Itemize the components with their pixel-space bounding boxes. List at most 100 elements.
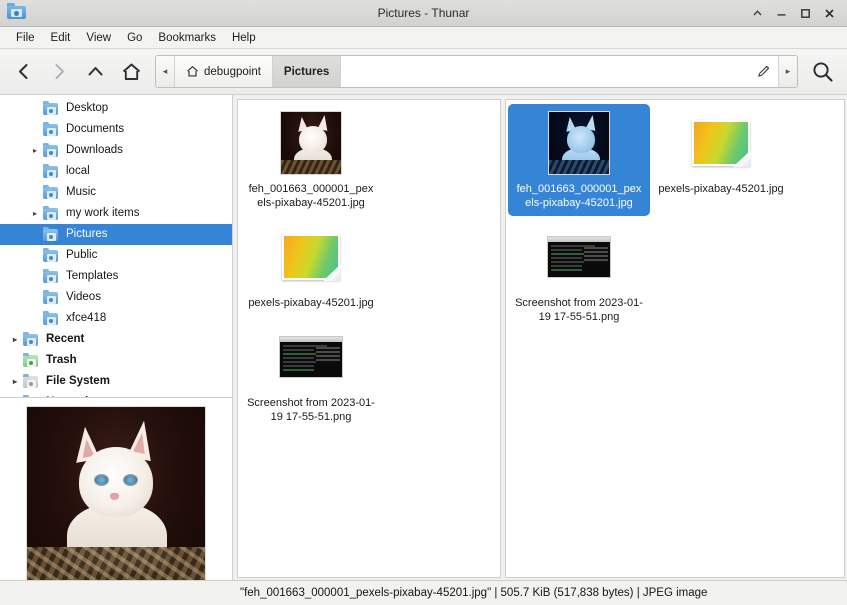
split-panes: feh_001663_000001_pexels-pixabay-45201.j… — [233, 95, 847, 580]
breadcrumb-pictures[interactable]: Pictures — [273, 56, 341, 87]
menu-help[interactable]: Help — [224, 30, 264, 46]
edit-path-button[interactable] — [748, 56, 778, 87]
menu-file[interactable]: File — [8, 30, 43, 46]
file-name-label: Screenshot from 2023-01-19 17-55-51.png — [246, 396, 376, 424]
sidebar-item-trash[interactable]: Trash — [0, 350, 232, 371]
file-item[interactable]: pexels-pixabay-45201.jpg — [650, 104, 792, 216]
file-view-area: feh_001663_000001_pexels-pixabay-45201.j… — [233, 95, 847, 580]
file-name-label: feh_001663_000001_pexels-pixabay-45201.j… — [514, 182, 644, 210]
sidebar-item-label: Pictures — [66, 229, 108, 241]
chevron-right-icon[interactable]: ▸ — [28, 146, 42, 155]
file-item[interactable]: feh_001663_000001_pexels-pixabay-45201.j… — [508, 104, 650, 216]
file-item[interactable]: feh_001663_000001_pexels-pixabay-45201.j… — [240, 104, 382, 216]
image-gradient-thumbnail — [282, 234, 340, 280]
trash-icon — [22, 353, 40, 368]
sidebar-item-downloads[interactable]: ▸ Downloads — [0, 140, 232, 161]
recent-icon — [22, 332, 40, 347]
menu-go[interactable]: Go — [119, 30, 150, 46]
sidebar-item-desktop[interactable]: Desktop — [0, 98, 232, 119]
sidebar-item-file-system[interactable]: ▸ File System — [0, 371, 232, 392]
file-item[interactable]: Screenshot from 2023-01-19 17-55-51.png — [508, 218, 650, 330]
forward-button[interactable] — [42, 55, 76, 89]
sidebar-item-templates[interactable]: Templates — [0, 266, 232, 287]
templates-folder-icon — [42, 269, 60, 284]
home-button[interactable] — [114, 55, 148, 89]
main-body: Desktop Documents ▸ Downloads local Music ▸my … — [0, 95, 847, 580]
sidebar-item-label: Downloads — [66, 145, 123, 157]
sidebar-item-public[interactable]: Public — [0, 245, 232, 266]
file-thumbnail — [276, 222, 346, 292]
terminal-screenshot-thumbnail — [279, 336, 343, 378]
close-button[interactable] — [822, 6, 837, 21]
network-icon — [22, 395, 40, 397]
path-bar: ◂ debugpoint Pictures — [155, 55, 798, 88]
sidebar-item-label: Templates — [66, 271, 118, 283]
breadcrumb-debugpoint[interactable]: debugpoint — [175, 56, 273, 87]
cat-photo-thumbnail — [280, 111, 342, 175]
home-icon — [121, 62, 142, 82]
file-thumbnail — [276, 322, 346, 392]
back-button[interactable] — [6, 55, 40, 89]
folder-icon — [42, 206, 60, 221]
menu-edit[interactable]: Edit — [43, 30, 79, 46]
sidebar-item-label: local — [66, 166, 90, 178]
file-name-label: pexels-pixabay-45201.jpg — [658, 182, 783, 196]
file-name-label: pexels-pixabay-45201.jpg — [248, 296, 373, 310]
path-scroll-left-button[interactable]: ◂ — [156, 56, 175, 87]
folder-icon — [42, 164, 60, 179]
menu-view[interactable]: View — [78, 30, 119, 46]
path-scroll-right-button[interactable]: ▸ — [778, 56, 797, 87]
sidebar-item-label: Public — [66, 250, 97, 262]
terminal-screenshot-thumbnail — [547, 236, 611, 278]
pictures-folder-icon — [42, 227, 60, 242]
breadcrumb-label: debugpoint — [204, 66, 261, 78]
file-item[interactable]: Screenshot from 2023-01-19 17-55-51.png — [240, 318, 382, 430]
sidebar-item-documents[interactable]: Documents — [0, 119, 232, 140]
search-button[interactable] — [805, 54, 841, 90]
public-folder-icon — [42, 248, 60, 263]
shade-button[interactable] — [750, 6, 765, 21]
status-bar: "feh_001663_000001_pexels-pixabay-45201.… — [0, 580, 847, 605]
maximize-button[interactable] — [798, 6, 813, 21]
sidebar-item-label: xfce418 — [66, 313, 106, 325]
sidebar-item-videos[interactable]: Videos — [0, 287, 232, 308]
right-icon-grid: feh_001663_000001_pexels-pixabay-45201.j… — [506, 100, 844, 336]
preview-pane — [0, 397, 232, 580]
sidebar-item-local[interactable]: local — [0, 161, 232, 182]
image-gradient-thumbnail — [692, 120, 750, 166]
back-icon — [15, 62, 32, 81]
kitten-preview-image — [26, 406, 206, 580]
up-button[interactable] — [78, 55, 112, 89]
window-controls — [750, 6, 843, 21]
music-folder-icon — [42, 185, 60, 200]
window-icon — [7, 3, 27, 23]
sidebar-item-network[interactable]: Network — [0, 392, 232, 397]
file-name-label: feh_001663_000001_pexels-pixabay-45201.j… — [246, 182, 376, 210]
file-thumbnail — [544, 108, 614, 178]
sidebar-item-my-work-items[interactable]: ▸my work items — [0, 203, 232, 224]
up-icon — [86, 62, 105, 81]
pictures-folder-icon — [7, 3, 26, 19]
sidebar-item-music[interactable]: Music — [0, 182, 232, 203]
file-item[interactable]: pexels-pixabay-45201.jpg — [240, 218, 382, 316]
sidebar-item-pictures[interactable]: Pictures — [0, 224, 232, 245]
sidebar-item-label: Music — [66, 187, 96, 199]
menu-bar: File Edit View Go Bookmarks Help — [0, 27, 847, 49]
sidebar-item-label: Documents — [66, 124, 124, 136]
path-bar-empty-area[interactable] — [341, 56, 748, 87]
chevron-right-icon[interactable]: ▸ — [28, 209, 42, 218]
window-title: Pictures - Thunar — [0, 6, 847, 20]
right-file-pane[interactable]: feh_001663_000001_pexels-pixabay-45201.j… — [505, 99, 845, 578]
disk-icon — [22, 374, 40, 389]
sidebar-item-label: Trash — [46, 355, 77, 367]
minimize-button[interactable] — [774, 6, 789, 21]
sidebar-item-xfce418[interactable]: xfce418 — [0, 308, 232, 329]
left-file-pane[interactable]: feh_001663_000001_pexels-pixabay-45201.j… — [237, 99, 501, 578]
sidebar-item-label: File System — [46, 376, 110, 388]
sidebar-item-recent[interactable]: ▸Recent — [0, 329, 232, 350]
sidebar-item-label: Videos — [66, 292, 101, 304]
chevron-right-icon[interactable]: ▸ — [8, 377, 22, 386]
search-icon — [811, 60, 835, 84]
chevron-right-icon[interactable]: ▸ — [8, 335, 22, 344]
menu-bookmarks[interactable]: Bookmarks — [150, 30, 224, 46]
